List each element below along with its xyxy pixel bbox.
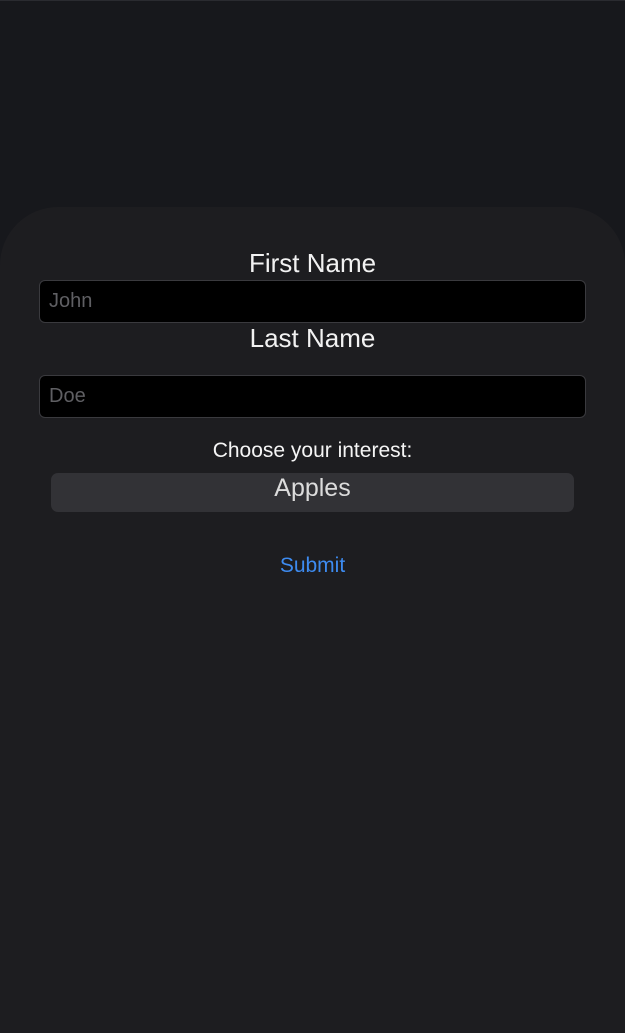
last-name-input[interactable] xyxy=(39,375,586,418)
interest-selected-value: Apples xyxy=(274,474,351,502)
first-name-input[interactable] xyxy=(39,280,586,323)
app-screen: First Name Last Name Choose your interes… xyxy=(0,0,625,1033)
top-divider xyxy=(0,0,625,1)
first-name-label: First Name xyxy=(248,248,377,278)
interest-label: Choose your interest: xyxy=(212,439,413,462)
last-name-label: Last Name xyxy=(249,323,376,353)
interest-select[interactable]: Apples xyxy=(51,473,574,512)
submit-button[interactable]: Submit xyxy=(0,553,625,579)
submit-label: Submit xyxy=(279,554,346,577)
